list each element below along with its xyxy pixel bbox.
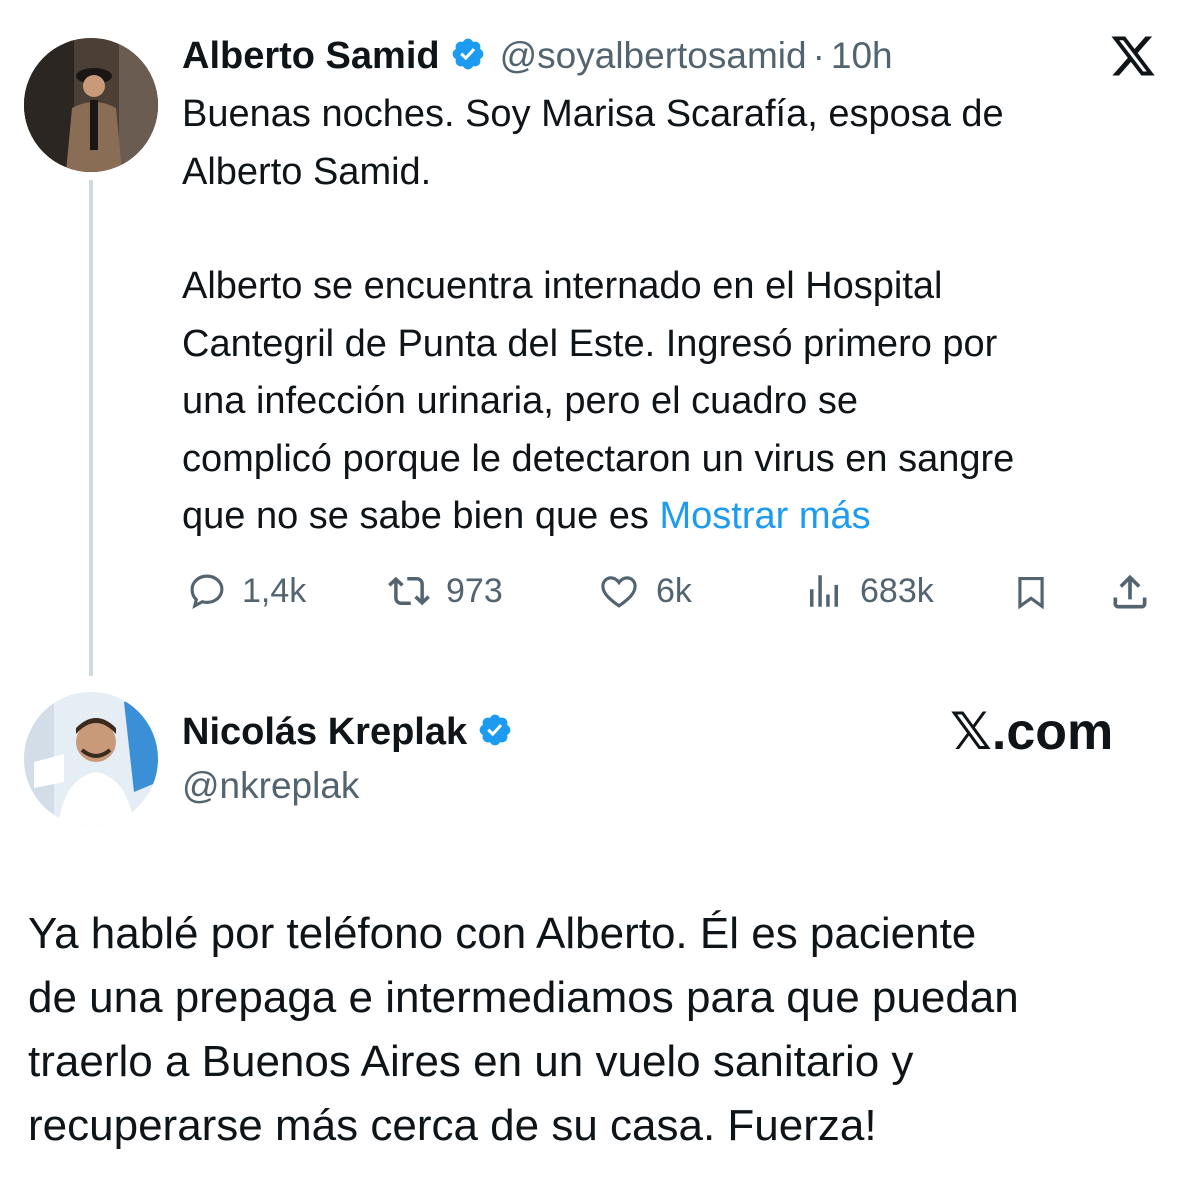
heart-icon [601, 576, 637, 608]
reply-icon [190, 574, 224, 609]
tweet2-body: Ya hablé por teléfono con Alberto. Él es… [28, 902, 1178, 1158]
thread-connector-line [89, 180, 93, 676]
like-count: 6k [656, 571, 692, 610]
reply-count: 1,4k [242, 571, 307, 610]
separator-dot: · [812, 35, 825, 76]
avatar-photo [24, 38, 158, 172]
reply-button[interactable]: 1,4k [186, 570, 306, 612]
show-more-link[interactable]: Mostrar más [660, 495, 871, 537]
tweet2-line: recuperarse más cerca de su casa. Fuerza… [28, 1101, 877, 1150]
verified-badge-icon [477, 712, 513, 753]
tweet2-header: Nicolás Kreplak [182, 710, 513, 754]
tweet2-line: Ya hablé por teléfono con Alberto. Él es… [28, 909, 977, 958]
author-name[interactable]: Nicolás Kreplak [182, 710, 467, 754]
tweet1-line: complicó porque le detectaron un virus e… [182, 437, 1015, 480]
tweet1-last-line: que no se sabe bien que es Mostrar más [182, 488, 1172, 546]
avatar-nicolas-kreplak[interactable] [24, 692, 158, 826]
retweet-icon [388, 576, 430, 606]
bookmark-icon[interactable] [1012, 571, 1050, 618]
tweet1-body: Buenas noches. Soy Marisa Scarafía, espo… [182, 86, 1172, 546]
views-icon [810, 575, 838, 607]
tweet1-line: una infección urinaria, pero el cuadro s… [182, 380, 858, 422]
tweet1-line: Cantegril de Punta del Este. Ingresó pri… [182, 322, 998, 365]
tweet2-line: traerlo a Buenos Aires en un vuelo sanit… [28, 1037, 914, 1086]
tweet1-line: Alberto Samid. [182, 150, 432, 193]
tweet1-header: Alberto Samid @soyalbertosamid · 10h [182, 34, 893, 78]
share-icon[interactable] [1108, 570, 1152, 619]
retweet-button[interactable]: 973 [386, 570, 503, 612]
author-name[interactable]: Alberto Samid [182, 34, 440, 78]
verified-badge-icon [450, 36, 486, 77]
tweet-time[interactable]: 10h [831, 34, 893, 78]
author-handle[interactable]: @soyalbertosamid [500, 34, 807, 78]
avatar-alberto-samid[interactable] [24, 38, 158, 172]
like-button[interactable]: 6k [596, 570, 692, 612]
views-button[interactable]: 683k [802, 570, 934, 612]
x-logo-icon[interactable] [1108, 32, 1158, 85]
tweet1-line: Alberto se encuentra internado en el Hos… [182, 265, 943, 307]
author-handle[interactable]: @nkreplak [182, 764, 359, 808]
tweet2-line: de una prepaga e intermediamos para que … [28, 973, 1019, 1022]
tweet1-line: que no se sabe bien que es [182, 495, 649, 537]
tweet1-line: Buenas noches. Soy Marisa Scarafía, espo… [182, 93, 1004, 135]
x-com-watermark: 𝕏.com [950, 703, 1114, 761]
views-count: 683k [860, 571, 934, 610]
avatar-photo [24, 692, 158, 826]
retweet-count: 973 [446, 571, 503, 610]
